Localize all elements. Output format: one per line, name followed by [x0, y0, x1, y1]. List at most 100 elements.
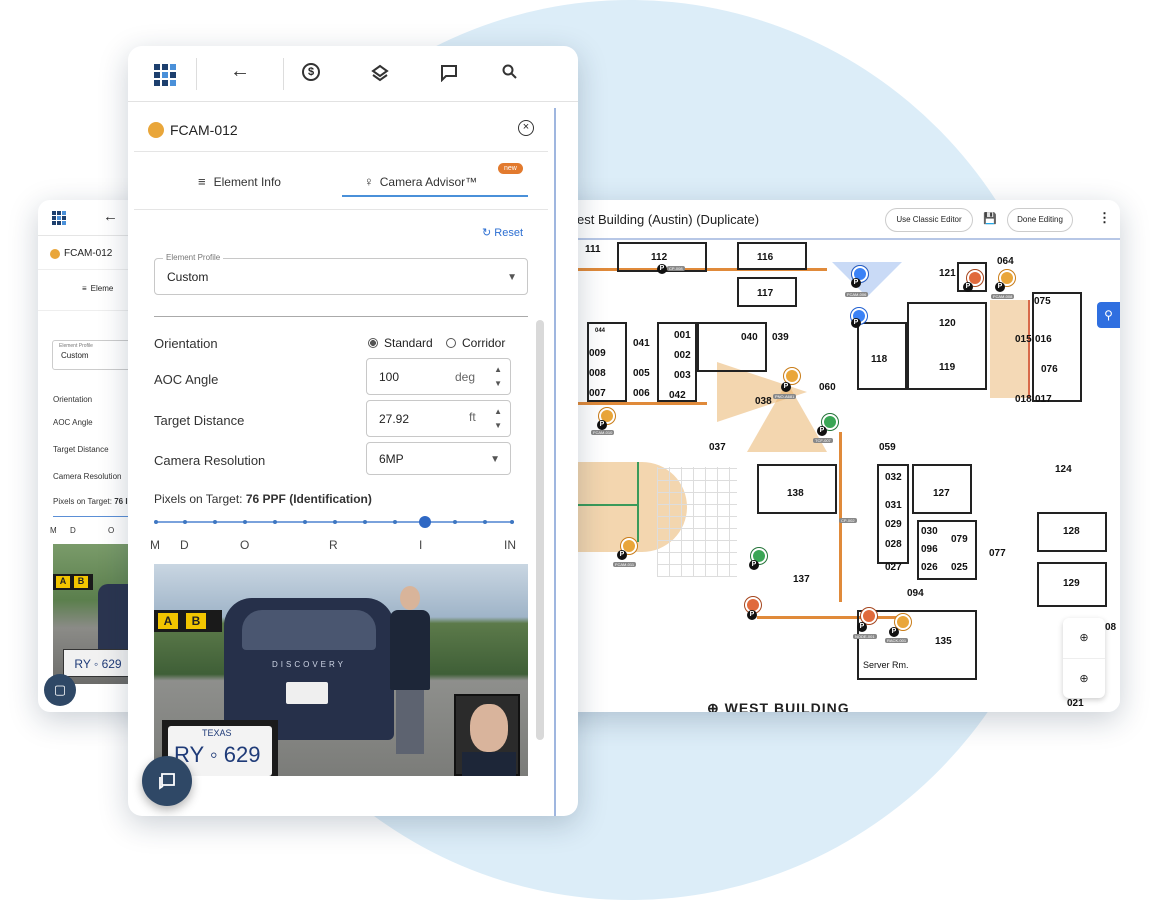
cable-route [839, 432, 842, 602]
back-pixels-label: Pixels on Target: [53, 497, 112, 506]
room-label: 128 [1063, 526, 1080, 537]
lightbulb-icon: ♀ [364, 174, 374, 189]
main-toolbar: ← $ [128, 46, 578, 102]
back-row-target: Target Distance [53, 445, 109, 454]
power-badge: P [857, 622, 867, 632]
car-badge: DISCOVERY [272, 660, 346, 669]
aoc-angle-unit: deg [455, 370, 476, 384]
room-label: 017 [1035, 394, 1052, 405]
floor-plan-canvas[interactable]: 111 112 116 117 121 064 075 120 040 039 … [577, 242, 1120, 712]
room-label: 031 [885, 500, 902, 511]
stepper-icon[interactable]: ▲ ▼ [494, 363, 502, 391]
ppf-slider-thumb[interactable] [418, 516, 431, 528]
room-label: 041 [633, 338, 650, 349]
use-classic-editor-button[interactable]: Use Classic Editor [885, 208, 973, 232]
sign-letter: B [186, 613, 206, 629]
room-label: 127 [933, 488, 950, 499]
chat-fab-button[interactable] [142, 756, 192, 806]
power-badge: P [617, 550, 627, 560]
back-pixels-value: 76 I [114, 497, 128, 506]
room-label: 030 [921, 526, 938, 537]
room-label: 026 [921, 562, 938, 573]
camera-icon [50, 249, 60, 259]
tab-camera-advisor[interactable]: ♀ Camera Advisor™ [364, 174, 477, 189]
element-name: FCAM-012 [170, 122, 238, 138]
chat-icon[interactable] [440, 64, 458, 82]
orientation-label: Orientation [154, 336, 218, 351]
room-label: 003 [674, 370, 691, 381]
sign-board: A B [53, 574, 93, 590]
floor-plan-panel: est Building (Austin) (Duplicate) Use Cl… [545, 200, 1120, 712]
search-icon[interactable] [502, 64, 518, 80]
camera-icon [148, 122, 164, 138]
room-label: 037 [709, 442, 726, 453]
camera-resolution-value: 6MP [379, 452, 404, 466]
power-badge: P [747, 610, 757, 620]
room-label: 059 [879, 442, 896, 453]
room-label: 018 [1015, 394, 1032, 405]
back-profile-label: Element Profile [59, 343, 93, 349]
room-label: 117 [757, 288, 774, 299]
target-distance-unit: ft [469, 410, 476, 424]
sign-board: A B [154, 610, 222, 632]
sign-letter: B [74, 576, 88, 588]
done-editing-button[interactable]: Done Editing [1007, 208, 1073, 232]
panel-tabs: ≡ Element Info ♀ Camera Advisor™ new [134, 152, 548, 210]
back-tab-element-info[interactable]: ≡ Eleme [82, 284, 113, 293]
person-image [388, 586, 430, 754]
room-label: 112 [651, 252, 668, 263]
room-label: 111 [585, 244, 601, 255]
radio-unchecked-icon [446, 338, 456, 348]
power-badge: P [817, 426, 827, 436]
building-label-text: WEST BUILDING [724, 700, 850, 712]
aoc-angle-input[interactable]: 100 deg ▲ ▼ [366, 358, 511, 395]
camera-resolution-select[interactable]: 6MP ▼ [366, 442, 511, 475]
aoc-angle-label: AOC Angle [154, 372, 219, 387]
camera-tag: CP-008 [667, 266, 685, 271]
back-chat-button[interactable]: ▢ [44, 674, 76, 706]
scrollbar[interactable] [536, 320, 544, 740]
room-label: 001 [674, 330, 691, 341]
reset-button[interactable]: ↻ Reset [482, 226, 523, 239]
camera-tag: FCAM-008 [991, 294, 1015, 299]
close-icon[interactable]: × [518, 120, 534, 136]
zone-line [637, 462, 639, 542]
back-plate: RY ◦ 629 [63, 649, 133, 677]
panel-header: FCAM-012 × [134, 108, 548, 152]
room-label: 039 [772, 332, 789, 343]
back-scale-o: O [108, 526, 115, 535]
back-scale-d: D [70, 526, 76, 535]
element-profile-select[interactable]: Element Profile Custom ▼ [154, 253, 528, 295]
grid-logo-icon[interactable] [52, 211, 67, 226]
chevron-down-icon: ▼ [490, 454, 500, 465]
dollar-circle-icon[interactable]: $ [302, 63, 320, 81]
room-label: 021 [1067, 698, 1084, 709]
zoom-search-button[interactable]: ⚲ [1097, 302, 1120, 328]
save-icon[interactable]: 💾 [983, 212, 997, 225]
arrow-left-icon[interactable]: ← [230, 60, 250, 83]
zone-line [577, 504, 637, 506]
tab-element-info[interactable]: ≡ Element Info [198, 174, 281, 189]
room-label: 120 [939, 318, 956, 329]
more-vert-icon[interactable]: ⋮ [1098, 210, 1111, 226]
zoom-in-icon[interactable]: ⊕ [1063, 618, 1105, 658]
room-label: 032 [885, 472, 902, 483]
camera-resolution-label: Camera Resolution [154, 453, 266, 468]
room-label: 006 [633, 388, 650, 399]
edit-list-icon: ≡ [198, 174, 206, 189]
orientation-corridor-radio[interactable]: Corridor [446, 336, 505, 350]
target-distance-label: Target Distance [154, 413, 245, 428]
arrow-left-icon[interactable]: ← [103, 208, 118, 225]
radio-checked-icon [368, 338, 378, 348]
grid-logo-icon[interactable] [154, 64, 176, 86]
room-label: 008 [589, 368, 606, 379]
target-distance-input[interactable]: 27.92 ft ▲ ▼ [366, 400, 511, 437]
layers-icon[interactable] [371, 64, 389, 82]
refresh-icon: ↻ [482, 227, 492, 239]
orientation-standard-radio[interactable]: Standard [368, 336, 433, 350]
stepper-icon[interactable]: ▲ ▼ [494, 405, 502, 433]
room-label: 015 [1015, 334, 1032, 345]
edit-list-icon: ≡ [82, 284, 87, 293]
zoom-out-icon[interactable]: ⊕ [1063, 658, 1105, 698]
chat-icon [159, 773, 175, 790]
